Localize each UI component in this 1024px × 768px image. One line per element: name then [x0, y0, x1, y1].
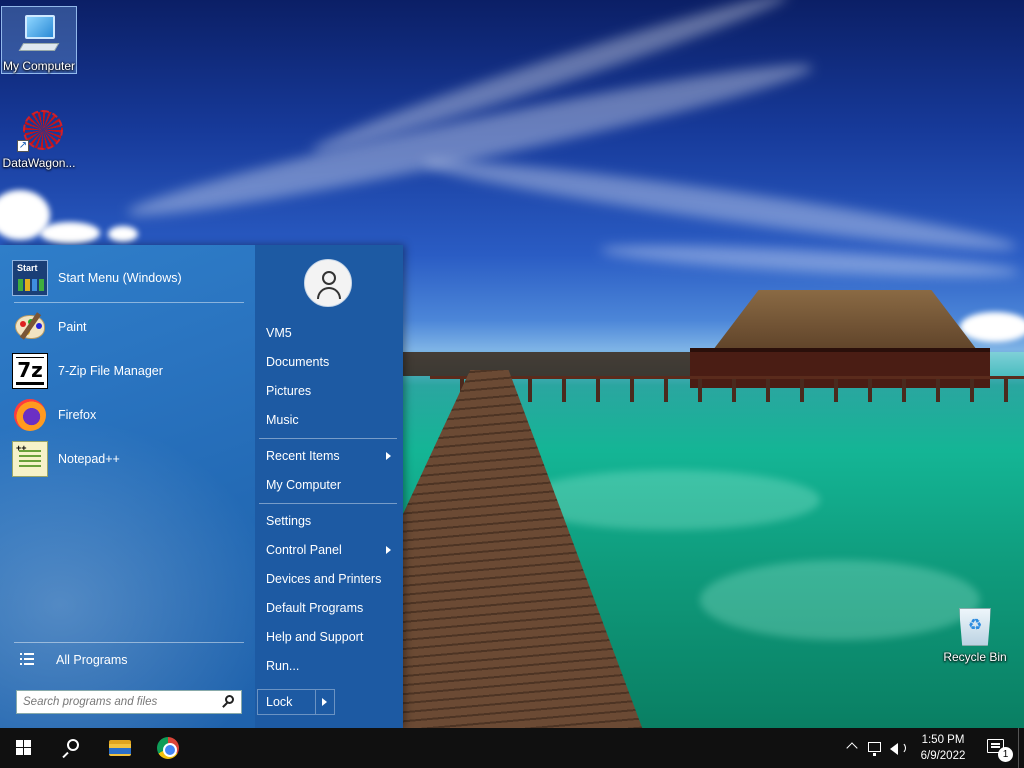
separator: [259, 503, 397, 504]
firefox-icon: [12, 397, 48, 433]
menu-item-recent-items[interactable]: Recent Items: [257, 443, 399, 469]
system-tray: 1:50 PM 6/9/2022 1: [842, 728, 1024, 768]
lock-button-group: Lock: [257, 689, 335, 715]
menu-item-music[interactable]: Music: [257, 407, 399, 433]
program-start-menu-windows[interactable]: Start Start Menu (Windows): [12, 258, 248, 298]
program-paint[interactable]: Paint: [12, 307, 248, 347]
submenu-arrow-icon: [386, 452, 391, 460]
all-programs-label: All Programs: [56, 653, 128, 667]
desktop-icon-label: DataWagon...: [2, 156, 76, 170]
chevron-right-icon: [322, 698, 327, 706]
network-icon[interactable]: [864, 728, 886, 768]
start-menu-places-pane: VM5 Documents Pictures Music Recent Item…: [255, 245, 403, 728]
windows-start-icon: [16, 740, 32, 756]
computer-icon: [17, 13, 61, 57]
menu-item-control-panel[interactable]: Control Panel: [257, 537, 399, 563]
start-menu: Start Start Menu (Windows) Paint 7z 7-Zi…: [0, 245, 403, 728]
shutdown-options-button[interactable]: [316, 690, 334, 714]
program-label: Firefox: [58, 408, 97, 422]
lock-button[interactable]: Lock: [258, 690, 316, 714]
desktop-icon-label: My Computer: [2, 59, 76, 73]
menu-item-my-computer[interactable]: My Computer: [257, 472, 399, 498]
notepad-plus-plus-icon: ++: [12, 441, 48, 477]
program-label: 7-Zip File Manager: [58, 364, 163, 378]
taskbar-chrome[interactable]: [144, 728, 192, 768]
boardwalk: [403, 370, 643, 728]
start-menu-programs-pane: Start Start Menu (Windows) Paint 7z 7-Zi…: [0, 245, 255, 728]
menu-item-settings[interactable]: Settings: [257, 508, 399, 534]
desktop-icon-recycle-bin[interactable]: ♻ Recycle Bin: [937, 600, 1013, 670]
program-firefox[interactable]: Firefox: [12, 395, 248, 435]
clock-date: 6/9/2022: [920, 750, 966, 762]
notification-count-badge: 1: [998, 747, 1013, 762]
separator: [14, 302, 244, 303]
desktop-icon-label: Recycle Bin: [943, 650, 1007, 664]
taskbar: 1:50 PM 6/9/2022 1: [0, 728, 1024, 768]
action-center-button[interactable]: 1: [978, 728, 1018, 768]
program-label: Notepad++: [58, 452, 120, 466]
menu-item-help-and-support[interactable]: Help and Support: [257, 624, 399, 650]
submenu-arrow-icon: [386, 546, 391, 554]
search-icon[interactable]: [219, 692, 239, 712]
shortcut-arrow-icon: ↗: [17, 140, 29, 152]
menu-item-default-programs[interactable]: Default Programs: [257, 595, 399, 621]
menu-item-vm5[interactable]: VM5: [257, 320, 399, 346]
separator: [259, 438, 397, 439]
volume-icon[interactable]: [886, 728, 908, 768]
7zip-icon: 7z: [12, 353, 48, 389]
desktop-icon-my-computer[interactable]: My Computer: [1, 6, 77, 74]
start-menu-app-icon: Start: [12, 260, 48, 296]
paint-icon: [12, 309, 48, 345]
clock-time: 1:50 PM: [921, 734, 965, 746]
all-programs-button[interactable]: All Programs: [12, 647, 248, 673]
desktop-icon-datawagon[interactable]: ↗ DataWagon...: [1, 104, 77, 174]
list-icon: [20, 653, 40, 667]
taskbar-search-button[interactable]: [48, 728, 96, 768]
show-desktop-button[interactable]: [1018, 728, 1024, 768]
menu-item-devices-and-printers[interactable]: Devices and Printers: [257, 566, 399, 592]
user-icon[interactable]: [304, 259, 352, 307]
separator: [14, 642, 244, 643]
taskbar-file-explorer[interactable]: [96, 728, 144, 768]
menu-item-documents[interactable]: Documents: [257, 349, 399, 375]
show-hidden-icons-button[interactable]: [842, 728, 864, 768]
program-notepad-plus-plus[interactable]: ++ Notepad++: [12, 439, 248, 479]
program-label: Paint: [58, 320, 87, 334]
program-label: Start Menu (Windows): [58, 271, 182, 285]
menu-item-run[interactable]: Run...: [257, 653, 399, 679]
program-7zip-file-manager[interactable]: 7z 7-Zip File Manager: [12, 351, 248, 391]
chevron-up-icon: [846, 742, 858, 754]
datawagon-icon: ↗: [17, 110, 63, 154]
start-button[interactable]: [0, 728, 48, 768]
chrome-icon: [157, 737, 179, 759]
clock[interactable]: 1:50 PM 6/9/2022: [908, 732, 978, 764]
menu-item-pictures[interactable]: Pictures: [257, 378, 399, 404]
overwater-hut: [690, 290, 990, 390]
recycle-bin-icon: ♻: [955, 604, 995, 648]
search-input[interactable]: [23, 692, 219, 712]
start-search-box: [16, 690, 242, 714]
